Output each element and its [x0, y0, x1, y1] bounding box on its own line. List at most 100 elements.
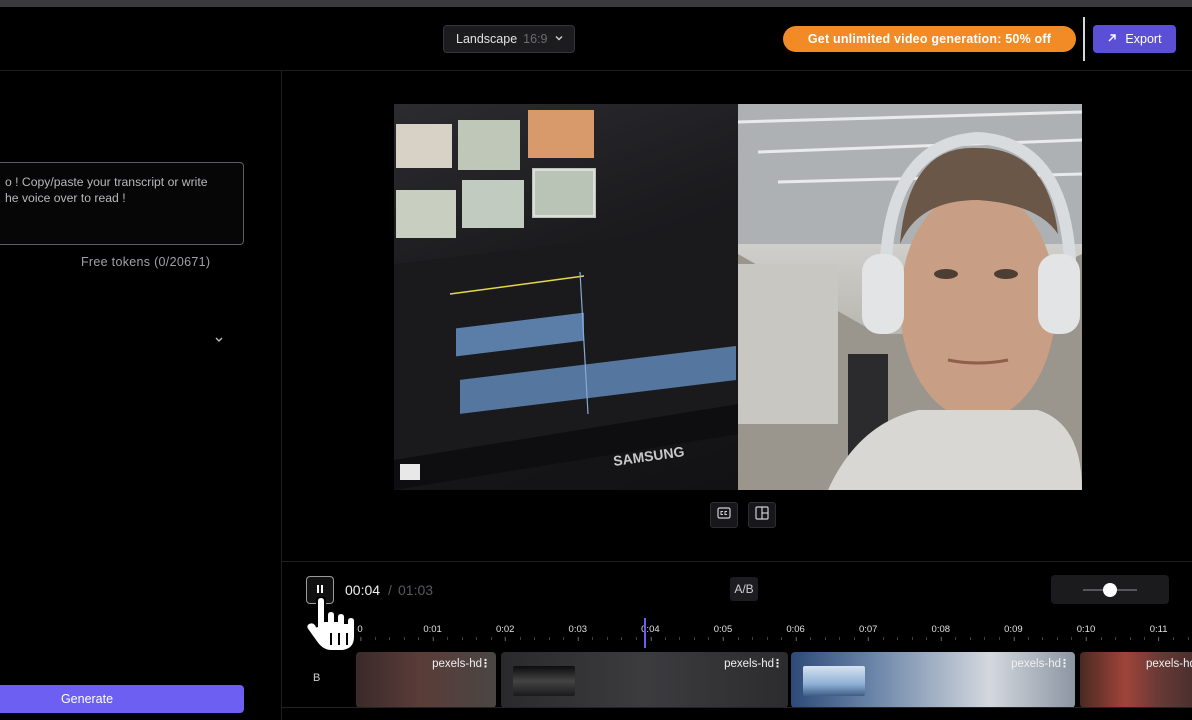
timeline-minor-tick	[693, 637, 695, 640]
generate-button[interactable]: Generate	[0, 685, 244, 713]
timeline-minor-tick	[548, 637, 550, 640]
timeline-minor-tick	[969, 637, 971, 640]
clip-thumbnail	[803, 666, 865, 696]
timeline-zoom-control[interactable]	[1051, 575, 1169, 604]
timeline-minor-tick	[592, 637, 594, 640]
timeline-minor-tick	[519, 637, 521, 640]
timeline-ruler[interactable]: 0 0:01 0:02 0:03 0:04 0:05 0:06 0:07 0:08 0:09 0:1…	[342, 624, 1192, 644]
timeline-minor-tick	[461, 637, 463, 640]
timeline-minor-tick	[824, 637, 826, 640]
clip-menu-icon[interactable]: ⋮	[1059, 657, 1070, 670]
header: Landscape 16:9 Get unlimited video gener…	[0, 7, 1192, 71]
timeline-minor-tick	[389, 637, 391, 640]
current-time: 00:04	[345, 582, 381, 598]
timeline-tick-label: 0:05	[713, 624, 733, 641]
timeline-clip[interactable]: pexels-hd ⋮	[501, 652, 788, 708]
header-divider	[1083, 17, 1085, 61]
export-arrow-icon	[1107, 32, 1117, 46]
layout-icon	[755, 505, 769, 525]
timeline-minor-tick	[882, 637, 884, 640]
timeline-minor-tick	[984, 637, 986, 640]
script-textarea[interactable]: o ! Copy/paste your transcript or write …	[0, 162, 244, 245]
clip-name: pexels-hd	[432, 658, 482, 670]
timeline-minor-tick	[926, 637, 928, 640]
total-time: 01:03	[398, 582, 434, 598]
timeline-minor-tick	[955, 637, 957, 640]
timeline-minor-tick	[679, 637, 681, 640]
timeline-minor-tick	[621, 637, 623, 640]
playhead[interactable]	[644, 618, 646, 648]
clip-name: pexels-hd	[1146, 658, 1192, 670]
timeline-minor-tick	[897, 637, 899, 640]
layout-toggle-button[interactable]	[748, 502, 776, 528]
timeline-minor-tick	[534, 637, 536, 640]
clip-thumbnail	[513, 666, 575, 696]
timeline-minor-tick	[1042, 637, 1044, 640]
timeline-minor-tick	[1027, 637, 1029, 640]
timeline-minor-tick	[998, 637, 1000, 640]
timeline-tick-label: 0:10	[1076, 624, 1096, 641]
timeline-tick-label: 0:01	[423, 624, 442, 641]
timeline-minor-tick	[490, 637, 492, 640]
timeline-minor-tick	[606, 637, 608, 640]
timeline-clip[interactable]: pexels-hd	[1080, 652, 1192, 708]
zoom-slider-handle[interactable]	[1103, 583, 1117, 597]
preview-right-presenter	[738, 104, 1082, 490]
top-strip	[0, 0, 1192, 7]
timeline-minor-tick	[1071, 637, 1073, 640]
timeline-tick-label: 0:09	[1004, 624, 1023, 641]
time-separator: /	[388, 582, 392, 598]
timeline-minor-tick	[1187, 637, 1189, 640]
timeline-tick-label: 0:06	[786, 624, 805, 641]
timeline-bottom-divider	[282, 707, 1192, 708]
timeline-minor-tick	[853, 637, 855, 640]
timeline-minor-tick	[911, 637, 913, 640]
timeline-panel: 00:04 / 01:03 A/B 0 0:01 0:02 0:03 0:04 0:05 0…	[282, 561, 1192, 720]
timeline-minor-tick	[418, 637, 420, 640]
timeline-clip[interactable]: pexels-hd ⋮	[356, 652, 496, 708]
timeline-minor-tick	[664, 637, 666, 640]
left-panel: o ! Copy/paste your transcript or write …	[0, 71, 282, 720]
timeline-minor-tick	[1100, 637, 1102, 640]
timeline-tick-label: 0:03	[568, 624, 588, 641]
script-placeholder: o ! Copy/paste your transcript or write …	[5, 175, 208, 205]
chevron-down-icon[interactable]	[214, 335, 224, 347]
timeline-minor-tick	[766, 637, 768, 640]
timeline-tick-label: 0:07	[858, 624, 878, 641]
video-preview[interactable]: SAMSUNG	[394, 104, 1082, 490]
promo-upgrade-button[interactable]: Get unlimited video generation: 50% off	[783, 26, 1076, 52]
export-label: Export	[1125, 32, 1162, 46]
free-tokens-counter: Free tokens (0/20671)	[81, 255, 211, 269]
timeline-minor-tick	[810, 637, 812, 640]
chevron-down-icon	[554, 33, 564, 46]
preview-left-screen-recording: SAMSUNG	[394, 104, 738, 490]
timeline-minor-tick	[1144, 637, 1146, 640]
timeline-tick-label: 0:11	[1149, 624, 1168, 641]
timeline-minor-tick	[563, 637, 565, 640]
timeline-minor-tick	[374, 637, 376, 640]
clip-menu-icon[interactable]: ⋮	[480, 657, 491, 670]
timeline-clip[interactable]: pexels-hd ⋮	[791, 652, 1075, 708]
timeline-minor-tick	[476, 637, 478, 640]
timeline-minor-tick	[447, 637, 449, 640]
timeline-minor-tick	[737, 637, 739, 640]
timeline-minor-tick	[1129, 637, 1131, 640]
captions-icon	[717, 506, 731, 524]
timeline-minor-tick	[1115, 637, 1117, 640]
timeline-tick-label: 0:02	[495, 624, 515, 641]
clip-menu-icon[interactable]: ⋮	[772, 657, 783, 670]
captions-toggle-button[interactable]	[710, 502, 738, 528]
timeline-minor-tick	[403, 637, 405, 640]
timeline-minor-tick	[1173, 637, 1175, 640]
aspect-ratio-value: 16:9	[523, 32, 548, 46]
timeline-minor-tick	[1056, 637, 1058, 640]
aspect-ratio-select[interactable]: Landscape 16:9	[443, 25, 575, 53]
timeline-minor-tick	[839, 637, 841, 640]
clip-name: pexels-hd	[724, 658, 774, 670]
clip-name: pexels-hd	[1011, 658, 1061, 670]
timeline-minor-tick	[708, 637, 710, 640]
export-button[interactable]: Export	[1093, 25, 1176, 53]
timeline-minor-tick	[635, 637, 637, 640]
hand-pointer-icon	[305, 595, 359, 653]
ab-compare-button[interactable]: A/B	[730, 577, 758, 601]
